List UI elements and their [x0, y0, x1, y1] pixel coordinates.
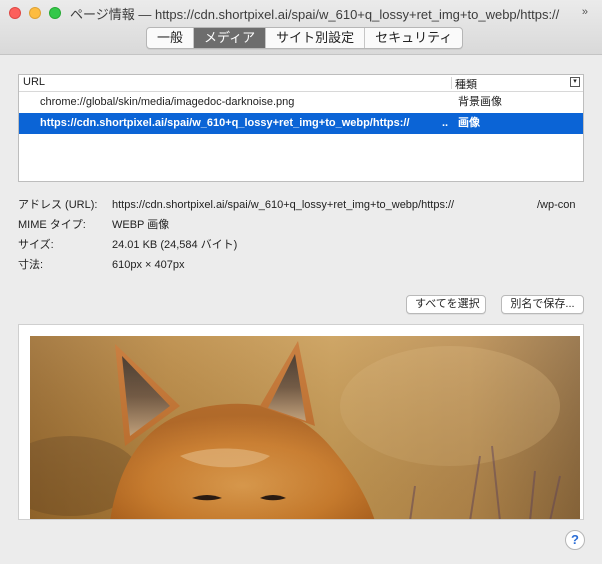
list-item[interactable]: chrome://global/skin/media/imagedoc-dark… [19, 92, 583, 113]
size-value: 24.01 KB (24,584 バイト) [112, 239, 238, 251]
window-title: ページ情報 — https://cdn.shortpixel.ai/spai/w… [70, 7, 560, 22]
address-label: アドレス (URL): [18, 199, 98, 211]
list-header: URL 種類 ▾ [19, 75, 583, 92]
list-item-url: chrome://global/skin/media/imagedoc-dark… [40, 96, 295, 108]
save-as-button[interactable]: 別名で保存... [501, 295, 584, 314]
tab-security[interactable]: セキュリティ [365, 28, 462, 48]
help-button[interactable]: ? [565, 530, 585, 550]
column-divider [451, 77, 452, 89]
column-picker-icon[interactable]: ▾ [570, 77, 580, 87]
tab-permissions[interactable]: サイト別設定 [266, 28, 366, 48]
tab-general[interactable]: 一般 [147, 28, 195, 48]
mime-value: WEBP 画像 [112, 219, 170, 231]
title-bar: ページ情報 — https://cdn.shortpixel.ai/spai/w… [0, 0, 602, 55]
tab-media[interactable]: メディア [194, 28, 267, 48]
column-header-url[interactable]: URL [23, 76, 45, 88]
size-label: サイズ: [18, 239, 54, 251]
minimize-window-button[interactable] [29, 7, 41, 19]
select-all-button[interactable]: すべてを選択 [406, 295, 486, 314]
list-item-selected[interactable]: https://cdn.shortpixel.ai/spai/w_610+q_l… [19, 113, 583, 134]
close-window-button[interactable] [9, 7, 21, 19]
zoom-window-button[interactable] [49, 7, 61, 19]
list-item-type: 背景画像 [458, 96, 502, 108]
media-list[interactable]: URL 種類 ▾ chrome://global/skin/media/imag… [18, 74, 584, 182]
address-value: https://cdn.shortpixel.ai/spai/w_610+q_l… [112, 199, 455, 211]
media-preview [18, 324, 584, 520]
chevron-right-icon[interactable]: » [582, 6, 588, 18]
mime-label: MIME タイプ: [18, 219, 86, 231]
dimensions-label: 寸法: [18, 259, 44, 271]
tab-bar: 一般 メディア サイト別設定 セキュリティ [146, 27, 464, 49]
list-item-ellipsis: .. [442, 117, 449, 129]
dimensions-value: 610px × 407px [112, 259, 185, 271]
fox-image [30, 336, 580, 519]
column-header-type[interactable]: 種類 [455, 76, 477, 92]
list-item-type: 画像 [458, 117, 480, 129]
address-value-tail: /wp-con [537, 199, 576, 211]
list-item-url: https://cdn.shortpixel.ai/spai/w_610+q_l… [40, 117, 410, 129]
